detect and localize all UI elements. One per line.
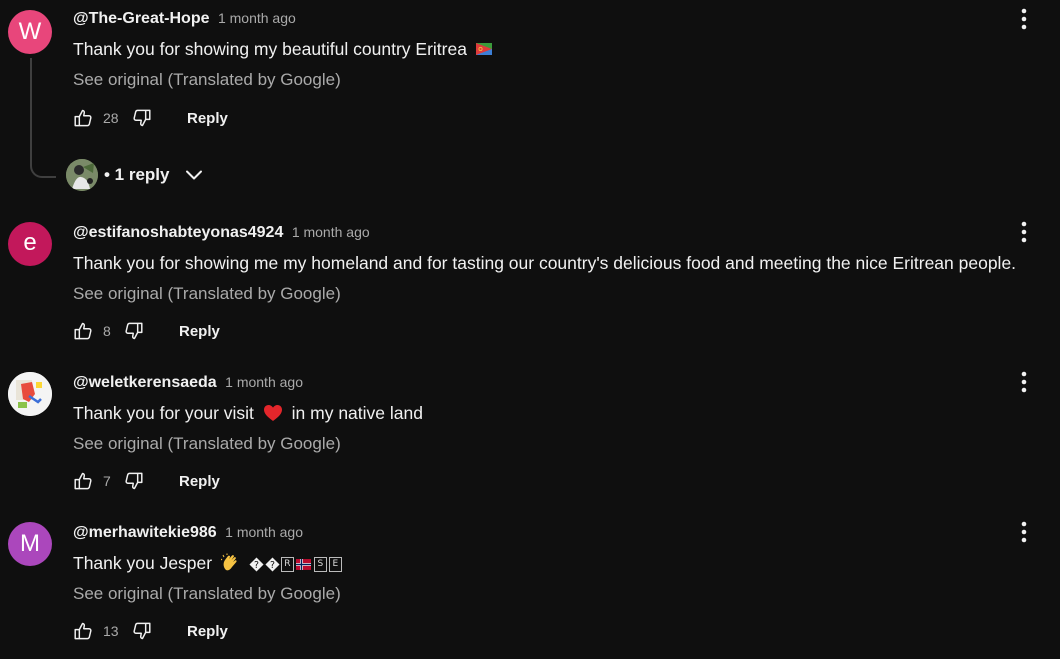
see-original-link[interactable]: See original (Translated by Google) bbox=[73, 434, 341, 454]
more-options-icon[interactable] bbox=[1014, 7, 1034, 31]
avatar[interactable] bbox=[8, 372, 52, 416]
avatar-letter: M bbox=[20, 530, 40, 557]
regional-indicator-r: R bbox=[280, 556, 294, 572]
comment-text: Thank you Jesper ? ? R SE bbox=[73, 553, 342, 574]
comment-header: @estifanoshabteyonas4924 1 month ago bbox=[73, 224, 370, 242]
timestamp[interactable]: 1 month ago bbox=[225, 524, 303, 540]
comment-actions: 28 Reply bbox=[72, 106, 228, 130]
like-count: 13 bbox=[103, 623, 119, 639]
svg-text:?: ? bbox=[254, 560, 259, 571]
comment-text: Thank you for showing my beautiful count… bbox=[73, 39, 492, 60]
dislike-icon[interactable] bbox=[131, 620, 153, 642]
regional-indicator-e: E bbox=[328, 556, 342, 572]
thread-line bbox=[30, 58, 56, 178]
comment-text-after: in my native land bbox=[291, 403, 423, 423]
reply-button[interactable]: Reply bbox=[187, 623, 228, 640]
timestamp[interactable]: 1 month ago bbox=[225, 374, 303, 390]
see-original-link[interactable]: See original (Translated by Google) bbox=[73, 284, 341, 304]
more-options-icon[interactable] bbox=[1014, 520, 1034, 544]
avatar-letter: W bbox=[18, 18, 42, 45]
comment-header: @merhawitekie986 1 month ago bbox=[73, 524, 303, 542]
reply-button[interactable]: Reply bbox=[179, 473, 220, 490]
avatar-letter: e bbox=[23, 229, 37, 256]
unknown-glyph-icon: ? bbox=[249, 557, 264, 572]
view-replies-button[interactable]: • 1 reply bbox=[66, 159, 204, 191]
author-name[interactable]: @weletkerensaeda bbox=[73, 374, 217, 391]
timestamp[interactable]: 1 month ago bbox=[292, 224, 370, 240]
author-name[interactable]: @merhawitekie986 bbox=[73, 524, 217, 541]
author-name[interactable]: @The-Great-Hope bbox=[73, 10, 210, 27]
comment-actions: 8 Reply bbox=[72, 319, 220, 343]
dislike-icon[interactable] bbox=[131, 107, 153, 129]
regional-indicator-s: S bbox=[313, 556, 327, 572]
reply-button[interactable]: Reply bbox=[187, 110, 228, 127]
replies-count: • 1 reply bbox=[104, 165, 170, 184]
dislike-icon[interactable] bbox=[123, 320, 145, 342]
dislike-icon[interactable] bbox=[123, 470, 145, 492]
see-original-link[interactable]: See original (Translated by Google) bbox=[73, 70, 341, 90]
avatar[interactable]: W bbox=[8, 10, 52, 54]
reply-button[interactable]: Reply bbox=[179, 323, 220, 340]
like-icon[interactable] bbox=[72, 620, 94, 642]
avatar-image bbox=[8, 372, 52, 416]
avatar[interactable]: M bbox=[8, 522, 52, 566]
comment-text: Thank you for showing me my homeland and… bbox=[73, 253, 1017, 273]
comment-text-before: Thank you for your visit bbox=[73, 403, 254, 423]
red-heart-icon bbox=[263, 404, 282, 421]
like-icon[interactable] bbox=[72, 320, 94, 342]
comment-header: @The-Great-Hope 1 month ago bbox=[73, 10, 296, 28]
chevron-down-icon bbox=[185, 170, 202, 180]
like-count: 7 bbox=[103, 473, 111, 489]
author-name[interactable]: @estifanoshabteyonas4924 bbox=[73, 224, 283, 241]
like-count: 28 bbox=[103, 110, 119, 126]
clapping-hands-icon bbox=[220, 553, 237, 571]
norway-flag-icon bbox=[295, 558, 311, 570]
avatar[interactable]: e bbox=[8, 222, 52, 266]
comment-actions: 7 Reply bbox=[72, 469, 220, 493]
comment-actions: 13 Reply bbox=[72, 619, 228, 643]
comment-text: Thank you for your visit in my native la… bbox=[73, 403, 423, 424]
comment-text-content: Thank you for showing my beautiful count… bbox=[73, 39, 467, 59]
timestamp[interactable]: 1 month ago bbox=[218, 10, 296, 26]
more-options-icon[interactable] bbox=[1014, 370, 1034, 394]
comment-header: @weletkerensaeda 1 month ago bbox=[73, 374, 303, 392]
like-icon[interactable] bbox=[72, 107, 94, 129]
like-icon[interactable] bbox=[72, 470, 94, 492]
like-count: 8 bbox=[103, 323, 111, 339]
eritrea-flag-icon bbox=[475, 42, 492, 55]
comment-text-content: Thank you Jesper bbox=[73, 553, 213, 573]
see-original-link[interactable]: See original (Translated by Google) bbox=[73, 584, 341, 604]
svg-text:?: ? bbox=[270, 560, 275, 571]
reply-avatar bbox=[66, 159, 98, 191]
more-options-icon[interactable] bbox=[1014, 220, 1034, 244]
unknown-glyph-icon: ? bbox=[265, 557, 280, 572]
